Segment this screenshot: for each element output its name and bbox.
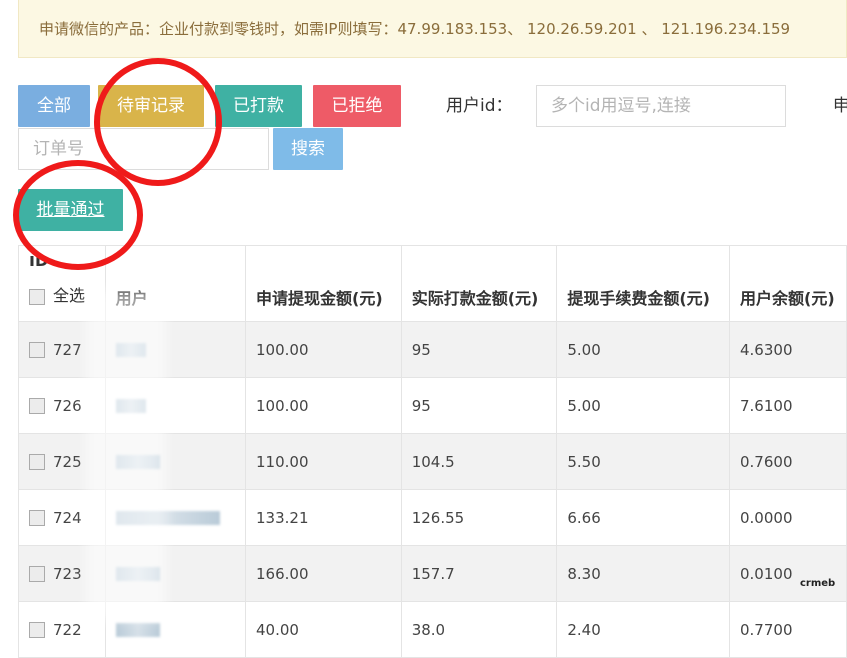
- table-row: 724 133.21 126.55 6.66 0.0000: [18, 489, 847, 546]
- fee-cell: 8.30: [556, 545, 730, 602]
- filter-all-button[interactable]: 全部: [18, 85, 90, 127]
- row-id: 725: [53, 452, 82, 471]
- ip-notice: 申请微信的产品：企业付款到零钱时，如需IP则填写：47.99.183.153、 …: [18, 0, 847, 58]
- id-cell: 727: [18, 321, 106, 378]
- withdrawal-table: ID 全选 用户 申请提现金额(元) 实际打款金额(元) 提现手续费金额(元) …: [18, 245, 847, 658]
- balance-cell: 0.0000: [729, 489, 847, 546]
- select-all-label: 全选: [53, 286, 86, 305]
- search-button[interactable]: 搜索: [273, 128, 343, 170]
- table-row: 726 100.00 95 5.00 7.6100: [18, 377, 847, 434]
- select-all[interactable]: 全选: [29, 282, 95, 306]
- user-cell: [104, 489, 247, 546]
- actual-cell: 38.0: [400, 601, 558, 658]
- id-cell: 723: [18, 545, 106, 602]
- id-cell: 724: [18, 489, 106, 546]
- actual-cell: 126.55: [400, 489, 558, 546]
- amount-column-header: 申请提现金额(元): [245, 245, 402, 322]
- amount-cell: 110.00: [245, 433, 402, 490]
- user-id-input[interactable]: [536, 85, 786, 127]
- row-checkbox[interactable]: [29, 342, 45, 358]
- filter-rejected-button[interactable]: 已拒绝: [313, 85, 401, 127]
- ip-notice-text: 申请微信的产品：企业付款到零钱时，如需IP则填写：47.99.183.153、 …: [39, 20, 791, 38]
- row-id: 722: [53, 620, 82, 639]
- balance-cell: 0.7700: [729, 601, 847, 658]
- amount-cell: 166.00: [245, 545, 402, 602]
- fee-cell: 5.00: [556, 321, 730, 378]
- table-row: 722 40.00 38.0 2.40 0.7700: [18, 601, 847, 658]
- order-number-input[interactable]: [18, 128, 269, 170]
- fee-cell: 5.00: [556, 377, 730, 434]
- watermark-logo: crmeb: [800, 578, 836, 589]
- blurred-user: [115, 455, 160, 469]
- row-checkbox[interactable]: [29, 622, 45, 638]
- actual-cell: 157.7: [400, 545, 558, 602]
- user-column-header: 用户: [104, 245, 247, 322]
- user-cell: [104, 433, 247, 490]
- actual-cell: 95: [400, 321, 558, 378]
- balance-cell: 0.7600: [729, 433, 847, 490]
- amount-cell: 100.00: [245, 377, 402, 434]
- id-cell: 725: [18, 433, 106, 490]
- user-cell: [104, 601, 247, 658]
- user-cell: [104, 377, 247, 434]
- fee-cell: 6.66: [556, 489, 730, 546]
- blurred-user: [115, 511, 220, 525]
- id-cell: 726: [18, 377, 106, 434]
- amount-cell: 100.00: [245, 321, 402, 378]
- balance-cell: 0.0100: [729, 545, 847, 602]
- select-all-checkbox[interactable]: [29, 288, 45, 305]
- amount-cell: 133.21: [245, 489, 402, 546]
- truncated-filter-label: 申: [833, 96, 847, 116]
- blurred-user: [115, 623, 160, 637]
- filter-paid-button[interactable]: 已打款: [215, 85, 302, 127]
- id-column-header: ID 全选: [18, 245, 106, 322]
- row-checkbox[interactable]: [29, 398, 45, 414]
- fee-column-header: 提现手续费金额(元): [556, 245, 730, 322]
- filter-pending-button[interactable]: 待审记录: [98, 85, 204, 127]
- fee-cell: 2.40: [556, 601, 730, 658]
- id-header-label: ID: [29, 256, 49, 270]
- table-row: 723 166.00 157.7 8.30 0.0100: [18, 545, 847, 602]
- blurred-user: [115, 343, 146, 357]
- actual-cell: 104.5: [400, 433, 558, 490]
- table-row: 727 100.00 95 5.00 4.6300: [18, 321, 847, 378]
- row-id: 724: [53, 508, 82, 527]
- amount-cell: 40.00: [245, 601, 402, 658]
- user-cell: [104, 545, 247, 602]
- row-checkbox[interactable]: [29, 566, 45, 582]
- table-row: 725 110.00 104.5 5.50 0.7600: [18, 433, 847, 490]
- fee-cell: 5.50: [556, 433, 730, 490]
- balance-column-header: 用户余额(元): [729, 245, 847, 322]
- blurred-user: [115, 567, 160, 581]
- id-cell: 722: [18, 601, 106, 658]
- balance-cell: 7.6100: [729, 377, 847, 434]
- row-checkbox[interactable]: [29, 454, 45, 470]
- row-id: 726: [53, 396, 82, 415]
- batch-approve-button[interactable]: 批量通过: [18, 189, 123, 231]
- balance-cell: 4.6300: [729, 321, 847, 378]
- user-cell: [104, 321, 247, 378]
- user-id-label: 用户id：: [446, 96, 513, 116]
- table-header-row: ID 全选 用户 申请提现金额(元) 实际打款金额(元) 提现手续费金额(元) …: [18, 245, 847, 322]
- row-checkbox[interactable]: [29, 510, 45, 526]
- actual-cell: 95: [400, 377, 558, 434]
- blurred-user: [115, 399, 146, 413]
- actual-column-header: 实际打款金额(元): [400, 245, 558, 322]
- row-id: 727: [53, 340, 82, 359]
- row-id: 723: [53, 564, 82, 583]
